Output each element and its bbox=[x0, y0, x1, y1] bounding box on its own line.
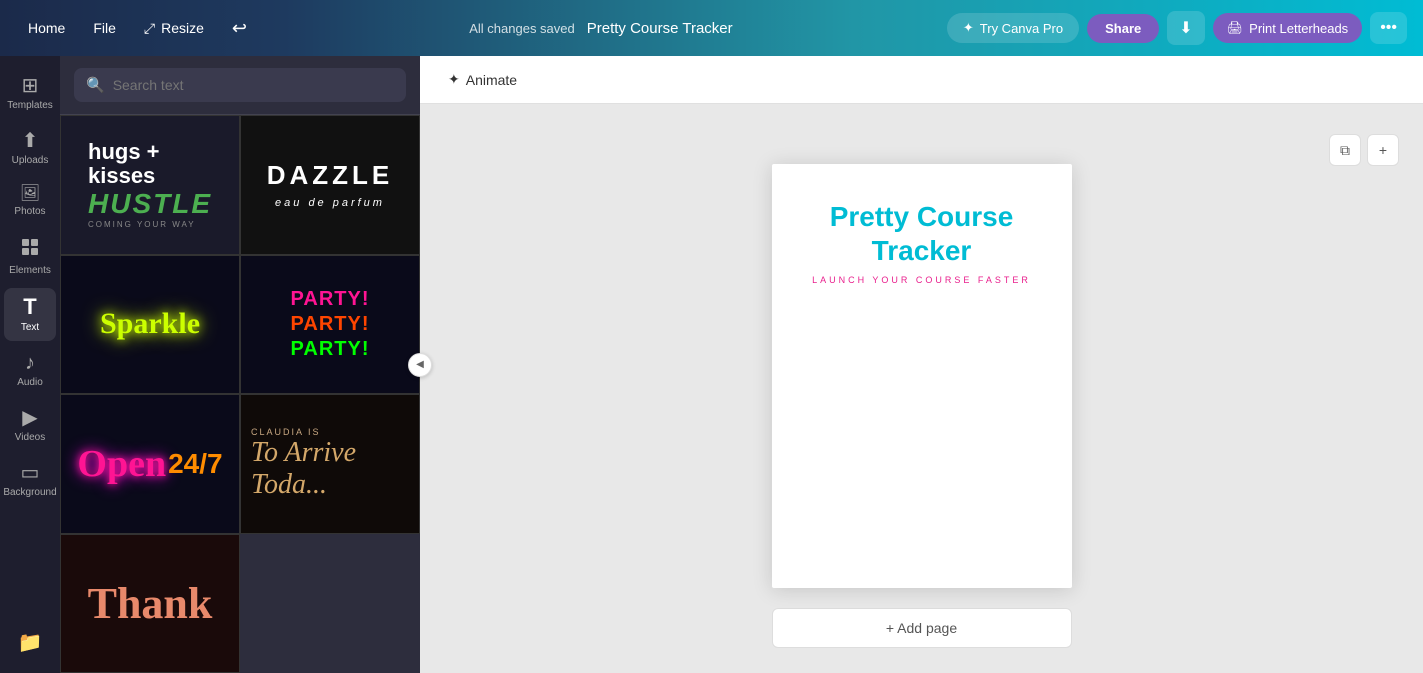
download-icon: ⬇ bbox=[1179, 18, 1192, 38]
download-button[interactable]: ⬇ bbox=[1167, 11, 1204, 45]
tile-sparkle[interactable]: Sparkle bbox=[60, 255, 240, 395]
chevron-left-icon: ◀ bbox=[416, 359, 424, 370]
tile-dazzle[interactable]: DAZZLE eau de parfum bbox=[240, 115, 420, 255]
open-text: Open bbox=[77, 442, 166, 486]
search-icon: 🔍 bbox=[86, 76, 105, 94]
page-title: Pretty Course Tracker bbox=[830, 200, 1014, 267]
sidebar-item-background[interactable]: ▭ Background bbox=[4, 455, 56, 506]
toolbar-center: All changes saved Pretty Course Tracker bbox=[271, 16, 935, 41]
party-line3: PARTY! bbox=[291, 338, 370, 361]
toolbar-left: Home File ⤢ Resize ↩ bbox=[16, 12, 259, 45]
background-icon: ▭ bbox=[21, 463, 40, 483]
hide-panel-button[interactable]: ◀ bbox=[408, 353, 432, 377]
sidebar-item-label: Templates bbox=[7, 100, 53, 111]
folder-icon: 📁 bbox=[18, 633, 43, 653]
sidebar-item-audio[interactable]: ♪ Audio bbox=[4, 345, 56, 396]
claudia-script: To Arrive Toda... bbox=[251, 437, 409, 501]
open-number: 24/7 bbox=[168, 448, 223, 480]
print-icon: 🖨 bbox=[1227, 20, 1244, 36]
sidebar-item-uploads[interactable]: ⬆ Uploads bbox=[4, 123, 56, 174]
undo-button[interactable]: ↩ bbox=[220, 12, 259, 45]
tile-open[interactable]: Open 24/7 bbox=[60, 394, 240, 534]
print-letterheads-button[interactable]: 🖨 Print Letterheads bbox=[1213, 13, 1363, 43]
coming-text: COMING YOUR WAY bbox=[88, 220, 212, 229]
canvas-area: ✦ Animate ⧉ + Pretty Course Tracker LAUN… bbox=[420, 56, 1423, 673]
copy-icon: ⧉ bbox=[1340, 142, 1350, 159]
elements-icon bbox=[20, 237, 40, 261]
tile-party[interactable]: PARTY! PARTY! PARTY! bbox=[240, 255, 420, 395]
page-canvas[interactable]: Pretty Course Tracker LAUNCH YOUR COURSE… bbox=[772, 164, 1072, 588]
toolbar-right: ✦ Try Canva Pro Share ⬇ 🖨 Print Letterhe… bbox=[947, 11, 1407, 45]
search-input[interactable] bbox=[113, 77, 394, 93]
sidebar-item-text[interactable]: T Text bbox=[4, 288, 56, 341]
tile-thank[interactable]: Thank bbox=[60, 534, 240, 673]
text-panel: 🔍 hugs +kisses HUSTLE COMING YOUR WAY DA… bbox=[60, 56, 420, 673]
animate-icon: ✦ bbox=[448, 71, 460, 88]
party-line1: PARTY! bbox=[291, 288, 370, 311]
sidebar-item-label: Text bbox=[21, 322, 39, 333]
tile-content: hugs +kisses HUSTLE COMING YOUR WAY bbox=[88, 140, 212, 229]
audio-icon: ♪ bbox=[25, 353, 35, 373]
add-tool-button[interactable]: + bbox=[1367, 134, 1399, 166]
changes-saved-label: All changes saved bbox=[469, 21, 575, 36]
sidebar-item-label: Background bbox=[3, 487, 56, 498]
resize-icon: ⤢ bbox=[144, 20, 155, 37]
add-page-button[interactable]: + Add page bbox=[772, 608, 1072, 648]
parfum-text: eau de parfum bbox=[275, 197, 385, 209]
try-canva-pro-button[interactable]: ✦ Try Canva Pro bbox=[947, 13, 1079, 43]
sidebar-item-label: Photos bbox=[14, 206, 45, 217]
home-button[interactable]: Home bbox=[16, 14, 77, 42]
sidebar-item-templates[interactable]: ⊞ Templates bbox=[4, 68, 56, 119]
sidebar-item-label: Videos bbox=[15, 432, 45, 443]
file-button[interactable]: File bbox=[81, 14, 128, 42]
dazzle-text: DAZZLE bbox=[267, 160, 394, 191]
animate-button[interactable]: ✦ Animate bbox=[436, 65, 529, 94]
copy-tool-button[interactable]: ⧉ bbox=[1329, 134, 1361, 166]
photos-icon: 🖼 bbox=[20, 186, 40, 202]
sidebar-item-projects[interactable]: 📁 bbox=[4, 625, 56, 661]
thank-text: Thank bbox=[88, 578, 213, 629]
sidebar-item-videos[interactable]: ▶ Videos bbox=[4, 400, 56, 451]
party-line2: PARTY! bbox=[291, 313, 370, 336]
uploads-icon: ⬆ bbox=[22, 131, 39, 151]
ellipsis-icon: ••• bbox=[1380, 19, 1397, 36]
text-icon: T bbox=[23, 296, 36, 318]
top-toolbar: Home File ⤢ Resize ↩ All changes saved P… bbox=[0, 0, 1423, 56]
document-title[interactable]: Pretty Course Tracker bbox=[575, 16, 745, 41]
canvas-wrapper: Pretty Course Tracker LAUNCH YOUR COURSE… bbox=[772, 164, 1072, 588]
hustle-text: HUSTLE bbox=[88, 188, 212, 220]
sidebar-item-label: Elements bbox=[9, 265, 51, 276]
share-button[interactable]: Share bbox=[1087, 14, 1159, 43]
tiles-grid: hugs +kisses HUSTLE COMING YOUR WAY DAZZ… bbox=[60, 115, 420, 673]
sidebar-item-elements[interactable]: Elements bbox=[4, 229, 56, 284]
tile-hugs-kisses[interactable]: hugs +kisses HUSTLE COMING YOUR WAY bbox=[60, 115, 240, 255]
sidebar-item-photos[interactable]: 🖼 Photos bbox=[4, 178, 56, 225]
templates-icon: ⊞ bbox=[22, 76, 39, 96]
search-bar: 🔍 bbox=[60, 56, 420, 115]
tile-claudia[interactable]: CLAUDIA IS To Arrive Toda... bbox=[240, 394, 420, 534]
plus-icon: + bbox=[1379, 142, 1387, 158]
page-subtitle: LAUNCH YOUR COURSE FASTER bbox=[812, 275, 1031, 285]
claudia-name: CLAUDIA IS bbox=[251, 427, 321, 437]
sidebar-item-label: Uploads bbox=[12, 155, 49, 166]
resize-button[interactable]: ⤢ Resize bbox=[132, 14, 216, 43]
sidebar-item-label: Audio bbox=[17, 377, 43, 388]
canvas-tools: ⧉ + bbox=[1329, 134, 1399, 166]
more-options-button[interactable]: ••• bbox=[1370, 12, 1407, 44]
sub-toolbar: ✦ Animate bbox=[420, 56, 1423, 104]
left-sidebar: ⊞ Templates ⬆ Uploads 🖼 Photos Elements … bbox=[0, 56, 60, 673]
star-icon: ✦ bbox=[963, 20, 974, 36]
hugs-text: hugs +kisses bbox=[88, 140, 212, 188]
sparkle-text: Sparkle bbox=[100, 307, 200, 341]
search-input-wrap[interactable]: 🔍 bbox=[74, 68, 406, 102]
videos-icon: ▶ bbox=[22, 408, 37, 428]
